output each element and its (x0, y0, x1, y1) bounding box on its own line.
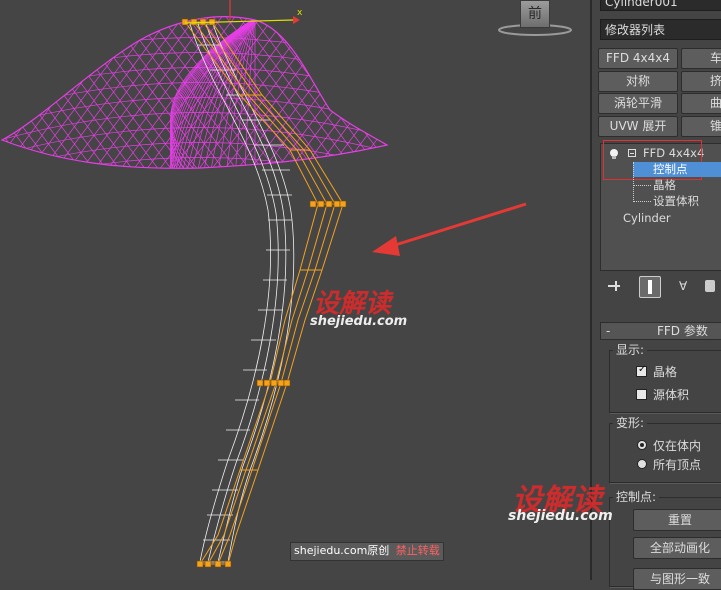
stack-sub-lattice[interactable]: 晶格 (653, 178, 676, 193)
rollout-collapse-toggle[interactable]: - (606, 323, 610, 339)
pin-stack-icon[interactable] (608, 281, 622, 291)
lattice-label: 晶格 (653, 365, 678, 379)
ffd-control-point[interactable] (263, 379, 271, 387)
conform-to-shape-button[interactable]: 与图形一致 (633, 568, 721, 590)
deform-group (609, 423, 721, 483)
ffd-control-point[interactable] (333, 200, 341, 208)
ffd-control-point[interactable] (196, 560, 204, 568)
modifier-button-1-right[interactable]: 车 (681, 48, 721, 69)
ffd-modifier-button[interactable]: FFD 4x4x4 (598, 48, 678, 69)
view-cube[interactable]: 前 (520, 0, 550, 28)
display-group (609, 350, 721, 413)
ffd-control-point[interactable] (256, 379, 264, 387)
footer-original: 原创 (367, 544, 390, 557)
turbosmooth-button[interactable]: 涡轮平滑 (598, 93, 678, 114)
ffd-control-point[interactable] (317, 200, 325, 208)
only-in-volume-radio[interactable] (637, 440, 647, 450)
ffd-control-point[interactable] (277, 379, 285, 387)
source-volume-checkbox[interactable] (636, 389, 647, 400)
only-in-volume-label: 仅在体内 (653, 439, 702, 453)
scene-canvas[interactable] (0, 0, 590, 580)
stack-tree-lines (633, 162, 635, 202)
ffd-control-point[interactable] (224, 560, 232, 568)
watermark-url-2: shejiedu.com (508, 508, 613, 524)
ffd-control-point[interactable] (325, 200, 333, 208)
lattice-checkbox[interactable]: ✓ (636, 364, 647, 377)
display-group-label: 显示: (613, 343, 648, 357)
modifier-button-4-right[interactable]: 锥 (681, 116, 721, 137)
footer-watermark: shejiedu.com原创 禁止转载 (290, 542, 444, 561)
ffd-control-point[interactable] (190, 18, 198, 26)
stack-sub-set-volume[interactable]: 设置体积 (653, 194, 699, 209)
make-unique-icon[interactable]: ∀ (679, 280, 693, 292)
ffd-control-point[interactable] (339, 200, 347, 208)
object-name-field[interactable]: Cylinder001 (600, 0, 721, 11)
stack-sub-control-points[interactable]: 控制点 (633, 162, 721, 177)
all-vertices-radio[interactable] (637, 459, 647, 469)
ffd-control-point[interactable] (283, 379, 291, 387)
modifier-button-3-right[interactable]: 曲 (681, 93, 721, 114)
ffd-control-point[interactable] (270, 379, 278, 387)
reset-button[interactable]: 重置 (633, 509, 721, 531)
show-end-result-icon[interactable] (639, 276, 661, 298)
ffd-control-point[interactable] (181, 18, 189, 26)
rollout-title: FFD 参数 (657, 324, 708, 338)
ffd-params-rollout-header[interactable]: - FFD 参数 (600, 322, 721, 340)
deform-group-label: 变形: (613, 416, 648, 430)
check-mark-icon: ✓ (638, 364, 647, 375)
view-cube-face-label: 前 (528, 6, 542, 22)
viewport-perspective[interactable]: x 前 设解读 shejiedu.com shejiedu.com原创 禁止转载 (0, 0, 590, 580)
symmetry-button[interactable]: 对称 (598, 71, 678, 92)
footer-forbidden: 禁止转载 (395, 544, 440, 557)
modifier-stack[interactable]: FFD 4x4x4 控制点 晶格 设置体积 Cylinder (600, 140, 721, 271)
modifier-button-2-right[interactable]: 挤 (681, 71, 721, 92)
stack-base-cylinder[interactable]: Cylinder (623, 211, 671, 226)
footer-site: shejiedu.com (294, 544, 368, 557)
uvw-unwrap-button[interactable]: UVW 展开 (598, 116, 678, 137)
all-vertices-label: 所有顶点 (653, 458, 702, 472)
watermark-url: shejiedu.com (310, 314, 408, 329)
ffd-control-point[interactable] (214, 560, 222, 568)
modifier-list-dropdown[interactable]: 修改器列表 (600, 19, 721, 40)
animate-all-button[interactable]: 全部动画化 (633, 537, 721, 559)
source-volume-label: 源体积 (653, 388, 690, 402)
axis-x-label: x (297, 8, 303, 18)
remove-modifier-icon[interactable] (705, 280, 715, 292)
control-points-group-label: 控制点: (613, 490, 660, 504)
annotation-arrow (372, 202, 527, 256)
ffd-control-point[interactable] (309, 200, 317, 208)
ffd-control-point[interactable] (204, 560, 212, 568)
cap-outline (0, 16, 389, 169)
